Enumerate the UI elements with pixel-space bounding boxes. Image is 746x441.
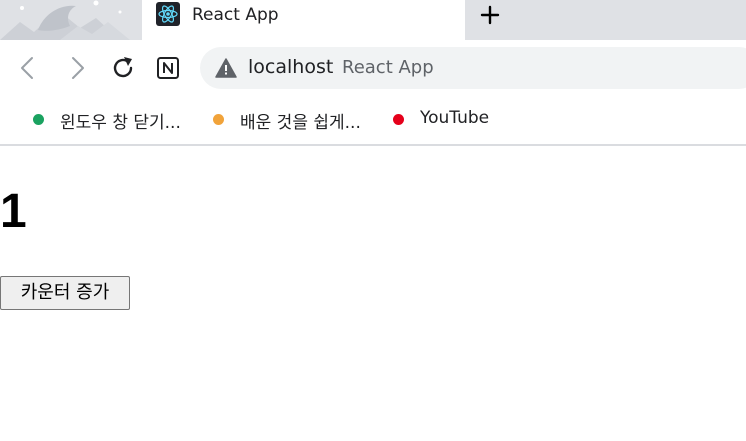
- counter-value: 1: [0, 185, 27, 238]
- bookmark-favicon-icon: [213, 114, 224, 125]
- address-bar[interactable]: localhost React App: [200, 47, 746, 89]
- warning-icon[interactable]: [215, 57, 237, 79]
- url-page-title: React App: [342, 57, 434, 78]
- tab-title: React App: [192, 5, 279, 25]
- plus-icon[interactable]: [478, 3, 502, 27]
- back-arrow-icon[interactable]: [15, 55, 41, 81]
- theme-decoration: [0, 0, 142, 40]
- bookmark-favicon-icon: [33, 114, 44, 125]
- increment-counter-button[interactable]: 카운터 증가: [0, 276, 130, 310]
- bookmarks-bar: 윈도우 창 닫기... 배운 것을 쉽게... YouTube: [0, 96, 746, 146]
- tab-strip: React App: [0, 0, 746, 40]
- bookmark-label: 배운 것을 쉽게...: [240, 113, 361, 133]
- bookmark-label: YouTube: [420, 108, 490, 128]
- react-logo-icon: [156, 2, 180, 26]
- bookmark-label: 윈도우 창 닫기...: [60, 113, 181, 133]
- reload-icon[interactable]: [110, 55, 136, 81]
- url-host: localhost: [248, 56, 334, 78]
- youtube-icon: [393, 114, 404, 125]
- forward-arrow-icon[interactable]: [64, 55, 90, 81]
- browser-toolbar: localhost React App: [0, 40, 746, 96]
- active-tab[interactable]: React App: [142, 0, 465, 40]
- page-content: 1 카운터 증가: [0, 146, 746, 441]
- notion-icon[interactable]: [155, 55, 181, 81]
